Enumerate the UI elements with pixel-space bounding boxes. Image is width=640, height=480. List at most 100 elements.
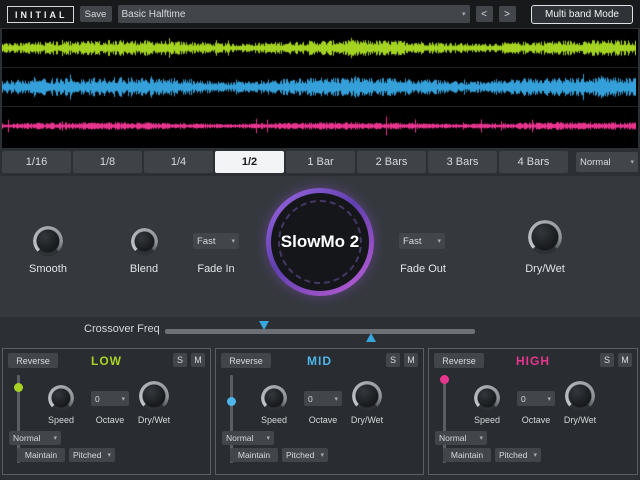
reverse-button[interactable]: Reverse — [221, 353, 271, 368]
solo-button[interactable]: S — [173, 353, 187, 367]
speed-knob[interactable] — [48, 385, 74, 411]
band-dry-wet-label: Dry/Wet — [550, 415, 610, 425]
solo-button[interactable]: S — [386, 353, 400, 367]
chevron-down-icon: ▾ — [533, 451, 537, 459]
fade-in-value: Fast — [197, 236, 215, 247]
division-button-row: 1/16 1/8 1/4 1/2 1 Bar 2 Bars 3 Bars 4 B… — [2, 151, 638, 173]
band-dry-wet-label: Dry/Wet — [124, 415, 184, 425]
pitched-dropdown[interactable]: Pitched ▾ — [282, 448, 328, 462]
waveform-row-high — [2, 107, 638, 146]
octave-dropdown[interactable]: 0 ▾ — [91, 391, 129, 406]
band-dry-wet-knob[interactable] — [352, 381, 382, 411]
main-control-panel: Smooth Blend Fast ▾ Fade In SlowMo 2 Fas… — [0, 176, 640, 317]
maintain-button[interactable]: Maintain — [230, 448, 278, 462]
pitched-value: Pitched — [499, 450, 527, 460]
preset-name: Basic Halftime — [122, 9, 186, 20]
slowmo-logo: SlowMo 2 — [266, 188, 374, 296]
chevron-down-icon: ▾ — [479, 434, 483, 442]
blend-knob[interactable] — [131, 228, 158, 255]
chevron-down-icon: ▾ — [437, 237, 441, 245]
fade-out-dropdown[interactable]: Fast ▾ — [399, 233, 445, 249]
speed-knob[interactable] — [261, 385, 287, 411]
band-header: LOW Reverse S M — [3, 349, 210, 371]
chevron-down-icon: ▾ — [107, 451, 111, 459]
division-button-1-16[interactable]: 1/16 — [2, 151, 71, 173]
band-dry-wet-label: Dry/Wet — [337, 415, 397, 425]
save-button[interactable]: Save — [80, 6, 112, 22]
chevron-down-icon: ▾ — [630, 158, 634, 166]
division-button-3-bars[interactable]: 3 Bars — [428, 151, 497, 173]
band-dry-wet-knob[interactable] — [139, 381, 169, 411]
mute-button[interactable]: M — [191, 353, 205, 367]
division-button-1-8[interactable]: 1/8 — [73, 151, 142, 173]
octave-value: 0 — [308, 394, 313, 404]
preset-dropdown[interactable]: Basic Halftime ▾ — [118, 5, 470, 23]
band-level-slider-handle[interactable] — [14, 383, 23, 392]
division-button-1-2[interactable]: 1/2 — [215, 151, 284, 173]
slowmo-logo-inner: SlowMo 2 — [271, 193, 369, 291]
crossover-label: Crossover Freq — [84, 323, 160, 335]
speed-knob[interactable] — [474, 385, 500, 411]
slowmo-logo-text: SlowMo 2 — [281, 232, 359, 252]
maintain-button[interactable]: Maintain — [443, 448, 491, 462]
octave-value: 0 — [95, 394, 100, 404]
preset-next-button[interactable]: > — [499, 6, 516, 22]
fade-in-label: Fade In — [186, 263, 246, 275]
band-mode-value: Normal — [226, 433, 253, 443]
pitched-value: Pitched — [286, 450, 314, 460]
chevron-down-icon: ▾ — [266, 434, 270, 442]
multiband-mode-button[interactable]: Multi band Mode — [531, 5, 633, 24]
band-level-slider-handle[interactable] — [440, 375, 449, 384]
chevron-down-icon: ▾ — [547, 395, 551, 403]
band-mode-dropdown[interactable]: Normal ▾ — [9, 431, 61, 445]
band-dry-wet-knob[interactable] — [565, 381, 595, 411]
dry-wet-knob[interactable] — [528, 220, 562, 254]
octave-value: 0 — [521, 394, 526, 404]
smooth-label: Smooth — [18, 263, 78, 275]
band-mode-value: Normal — [13, 433, 40, 443]
crossover-slider[interactable] — [165, 329, 475, 334]
speed-label: Speed — [31, 415, 91, 425]
band-panel-high: HIGH Reverse S M Speed 0 ▾ Octave Dry/We… — [428, 348, 638, 475]
crossover-handle-high[interactable] — [366, 333, 376, 342]
maintain-button[interactable]: Maintain — [17, 448, 65, 462]
band-panel-low: LOW Reverse S M Speed 0 ▾ Octave Dry/Wet… — [2, 348, 211, 475]
pitched-dropdown[interactable]: Pitched ▾ — [69, 448, 115, 462]
band-mode-value: Normal — [439, 433, 466, 443]
chevron-down-icon: ▾ — [121, 395, 125, 403]
octave-dropdown[interactable]: 0 ▾ — [517, 391, 555, 406]
band-level-slider-handle[interactable] — [227, 397, 236, 406]
fade-in-dropdown[interactable]: Fast ▾ — [193, 233, 239, 249]
waveform-row-mid — [2, 68, 638, 107]
band-header: MID Reverse S M — [216, 349, 423, 371]
band-mode-dropdown[interactable]: Normal ▾ — [435, 431, 487, 445]
mute-button[interactable]: M — [404, 353, 418, 367]
chevron-down-icon: ▾ — [462, 10, 466, 18]
division-button-2-bars[interactable]: 2 Bars — [357, 151, 426, 173]
division-button-4-bars[interactable]: 4 Bars — [499, 151, 568, 173]
preset-prev-button[interactable]: < — [476, 6, 493, 22]
speed-label: Speed — [457, 415, 517, 425]
dry-wet-label: Dry/Wet — [515, 263, 575, 275]
smooth-knob[interactable] — [33, 226, 63, 256]
division-mode-dropdown[interactable]: Normal ▾ — [576, 152, 638, 172]
mute-button[interactable]: M — [618, 353, 632, 367]
pitched-dropdown[interactable]: Pitched ▾ — [495, 448, 541, 462]
speed-label: Speed — [244, 415, 304, 425]
fade-out-value: Fast — [403, 236, 421, 247]
division-mode-value: Normal — [580, 157, 611, 168]
chevron-down-icon: ▾ — [53, 434, 57, 442]
reverse-button[interactable]: Reverse — [8, 353, 58, 368]
division-button-1-4[interactable]: 1/4 — [144, 151, 213, 173]
pitched-value: Pitched — [73, 450, 101, 460]
chevron-down-icon: ▾ — [320, 451, 324, 459]
band-header: HIGH Reverse S M — [429, 349, 637, 371]
octave-dropdown[interactable]: 0 ▾ — [304, 391, 342, 406]
crossover-handle-low[interactable] — [259, 321, 269, 330]
low-band-waveform — [2, 29, 636, 67]
reverse-button[interactable]: Reverse — [434, 353, 484, 368]
division-button-1-bar[interactable]: 1 Bar — [286, 151, 355, 173]
band-panel-mid: MID Reverse S M Speed 0 ▾ Octave Dry/Wet… — [215, 348, 424, 475]
band-mode-dropdown[interactable]: Normal ▾ — [222, 431, 274, 445]
solo-button[interactable]: S — [600, 353, 614, 367]
